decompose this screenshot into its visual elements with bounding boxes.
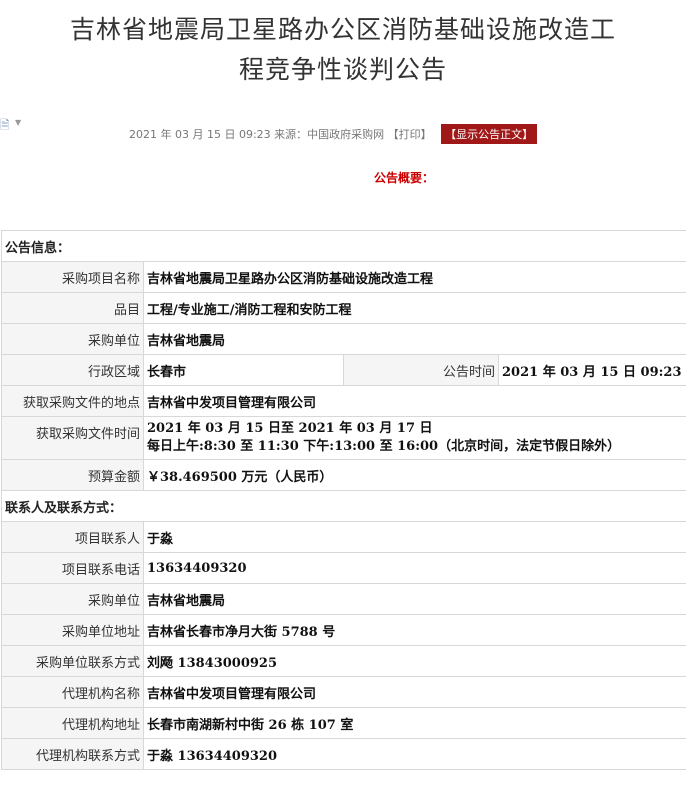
table-row: 采购单位 吉林省地震局 <box>1 323 686 355</box>
row-label: 采购单位地址 <box>1 614 144 646</box>
notice-time-value: 2021 年 03 月 15 日 09:23 <box>497 354 686 386</box>
row-label: 项目联系人 <box>1 521 144 553</box>
row-label: 预算金额 <box>1 459 144 491</box>
page-title: 吉林省地震局卫星路办公区消防基础设施改造工 程竞争性谈判公告 <box>0 10 686 90</box>
budget-value: ￥38.469500 万元（人民币） <box>142 459 686 491</box>
row-label: 代理机构联系方式 <box>1 738 144 770</box>
row-label: 获取采购文件时间 <box>1 416 144 460</box>
section-row: 公告信息： <box>0 230 686 262</box>
section-notice-info: 公告信息： <box>0 230 686 262</box>
purchaser-contact-value: 刘飏 13843000925 <box>142 645 686 677</box>
project-phone-value: 13634409320 <box>142 552 686 584</box>
category-value: 工程/专业施工/消防工程和安防工程 <box>142 292 686 324</box>
meta-bar: 2021 年 03 月 15 日 09:23 来源：中国政府采购网 【打印】 【… <box>129 124 538 144</box>
doc-location-value: 吉林省中发项目管理有限公司 <box>142 385 686 417</box>
summary-heading: 公告概要： <box>374 171 435 185</box>
row-label: 采购单位 <box>1 583 144 615</box>
purchaser-address-value: 吉林省长春市净月大街 5788 号 <box>142 614 686 646</box>
page-title-line-1: 吉林省地震局卫星路办公区消防基础设施改造工 <box>69 15 616 44</box>
print-button[interactable]: 【打印】 <box>388 128 432 141</box>
project-name-value: 吉林省地震局卫星路办公区消防基础设施改造工程 <box>142 261 686 293</box>
row-label: 行政区域 <box>1 354 144 386</box>
table-row: 采购单位联系方式 刘飏 13843000925 <box>1 645 686 677</box>
table-row: 代理机构地址 长春市南湖新村中街 26 栋 107 室 <box>1 707 686 739</box>
row-label: 代理机构地址 <box>1 707 144 739</box>
show-notice-button[interactable]: 【显示公告正文】 <box>441 124 538 144</box>
purchaser2-value: 吉林省地震局 <box>142 583 686 615</box>
table-row: 项目联系电话 13634409320 <box>1 552 686 584</box>
document-icon[interactable]: 🗎 <box>0 116 10 132</box>
row-label: 采购单位 <box>1 323 144 355</box>
doc-time-line-1: 2021 年 03 月 15 日至 2021 年 03 月 17 日 <box>147 421 433 436</box>
doc-time-line-2: 每日上午:8:30 至 11:30 下午:13:00 至 16:00（北京时间，… <box>147 439 621 454</box>
table-row: 品目 工程/专业施工/消防工程和安防工程 <box>1 292 686 324</box>
table-row: 采购单位 吉林省地震局 <box>1 583 686 615</box>
row-label: 公告时间 <box>343 354 499 386</box>
table-row: 预算金额 ￥38.469500 万元（人民币） <box>1 459 686 491</box>
table-row: 代理机构名称 吉林省中发项目管理有限公司 <box>1 676 686 708</box>
chevron-down-icon[interactable]: ▼ <box>15 118 21 127</box>
region-value: 长春市 <box>143 354 344 386</box>
section-contact-info: 联系人及联系方式： <box>0 490 686 522</box>
table-row: 代理机构联系方式 于淼 13634409320 <box>1 738 686 770</box>
table-row: 采购项目名称 吉林省地震局卫星路办公区消防基础设施改造工程 <box>1 261 686 293</box>
row-label: 获取采购文件的地点 <box>1 385 144 417</box>
row-label: 品目 <box>1 292 144 324</box>
table-row: 获取采购文件的地点 吉林省中发项目管理有限公司 <box>1 385 686 417</box>
page-title-line-2: 程竞争性谈判公告 <box>238 55 447 84</box>
table-row: 获取采购文件时间 2021 年 03 月 15 日至 2021 年 03 月 1… <box>1 416 686 460</box>
row-label: 代理机构名称 <box>1 676 144 708</box>
doc-time-value: 2021 年 03 月 15 日至 2021 年 03 月 17 日 每日上午:… <box>142 416 686 460</box>
table-row: 行政区域 长春市 公告时间 2021 年 03 月 15 日 09:23 <box>1 354 686 386</box>
project-contact-value: 于淼 <box>142 521 686 553</box>
section-row: 联系人及联系方式： <box>0 490 686 522</box>
agency-name-value: 吉林省中发项目管理有限公司 <box>142 676 686 708</box>
agency-contact-value: 于淼 13634409320 <box>142 738 686 770</box>
notice-info-table: 公告信息： 采购项目名称 吉林省地震局卫星路办公区消防基础设施改造工程 品目 工… <box>0 230 686 770</box>
row-label: 采购项目名称 <box>1 261 144 293</box>
table-row: 采购单位地址 吉林省长春市净月大街 5788 号 <box>1 614 686 646</box>
agency-address-value: 长春市南湖新村中街 26 栋 107 室 <box>142 707 686 739</box>
row-label: 采购单位联系方式 <box>1 645 144 677</box>
row-label: 项目联系电话 <box>1 552 144 584</box>
table-row: 项目联系人 于淼 <box>1 521 686 553</box>
purchaser-value: 吉林省地震局 <box>142 323 686 355</box>
date-source: 2021 年 03 月 15 日 09:23 来源：中国政府采购网 <box>129 128 385 141</box>
